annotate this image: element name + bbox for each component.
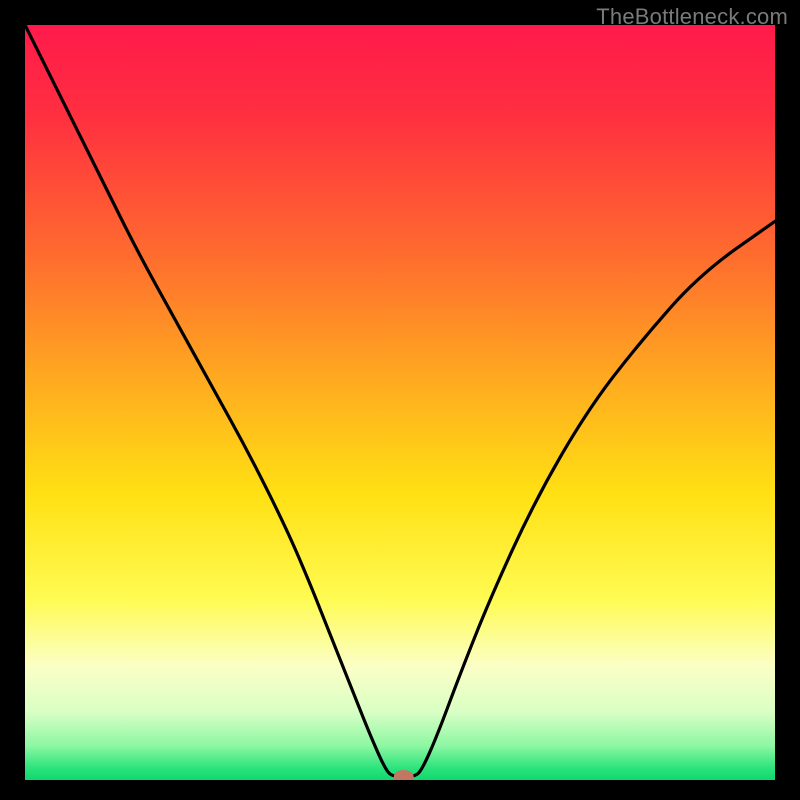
gradient-background <box>25 25 775 780</box>
chart-frame: TheBottleneck.com <box>0 0 800 800</box>
bottleneck-chart <box>25 25 775 780</box>
chart-svg <box>25 25 775 780</box>
watermark-text: TheBottleneck.com <box>596 4 788 30</box>
